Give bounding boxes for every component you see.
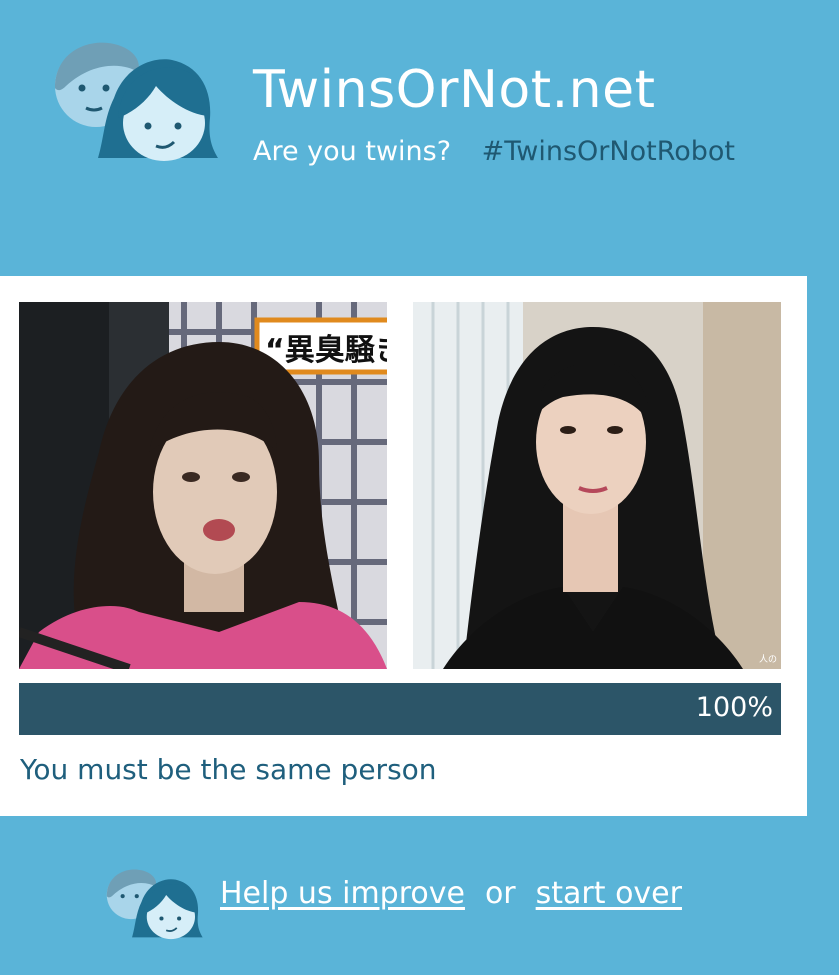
verdict-text: You must be the same person [20,753,437,786]
site-title: TwinsOrNot.net [253,60,656,120]
result-card: “異臭騒き 人の 10 [0,276,807,816]
tagline-hashtag: #TwinsOrNotRobot [481,136,736,167]
or-text: or [484,876,516,911]
photo-left: “異臭騒き [19,302,387,669]
start-over-link[interactable]: start over [536,876,682,911]
footer: Help us improve or start over [0,816,839,975]
photo-left-overlay-text: “異臭騒き [265,333,387,368]
header: TwinsOrNot.net Are you twins? #TwinsOrNo… [0,0,839,275]
tagline-question: Are you twins? [253,136,452,167]
photo-right-watermark: 人の [759,654,777,665]
tagline: Are you twins? #TwinsOrNotRobot [253,136,735,168]
photo-right: 人の [413,302,781,669]
twin-faces-small-icon [106,869,203,940]
twin-faces-logo-icon [55,42,218,161]
similarity-percent-label: 100% [695,692,773,723]
similarity-progress-bar: 100% [19,683,781,735]
progress-fill [19,683,781,735]
footer-links: Help us improve or start over [220,876,682,912]
help-us-improve-link[interactable]: Help us improve [220,876,465,911]
